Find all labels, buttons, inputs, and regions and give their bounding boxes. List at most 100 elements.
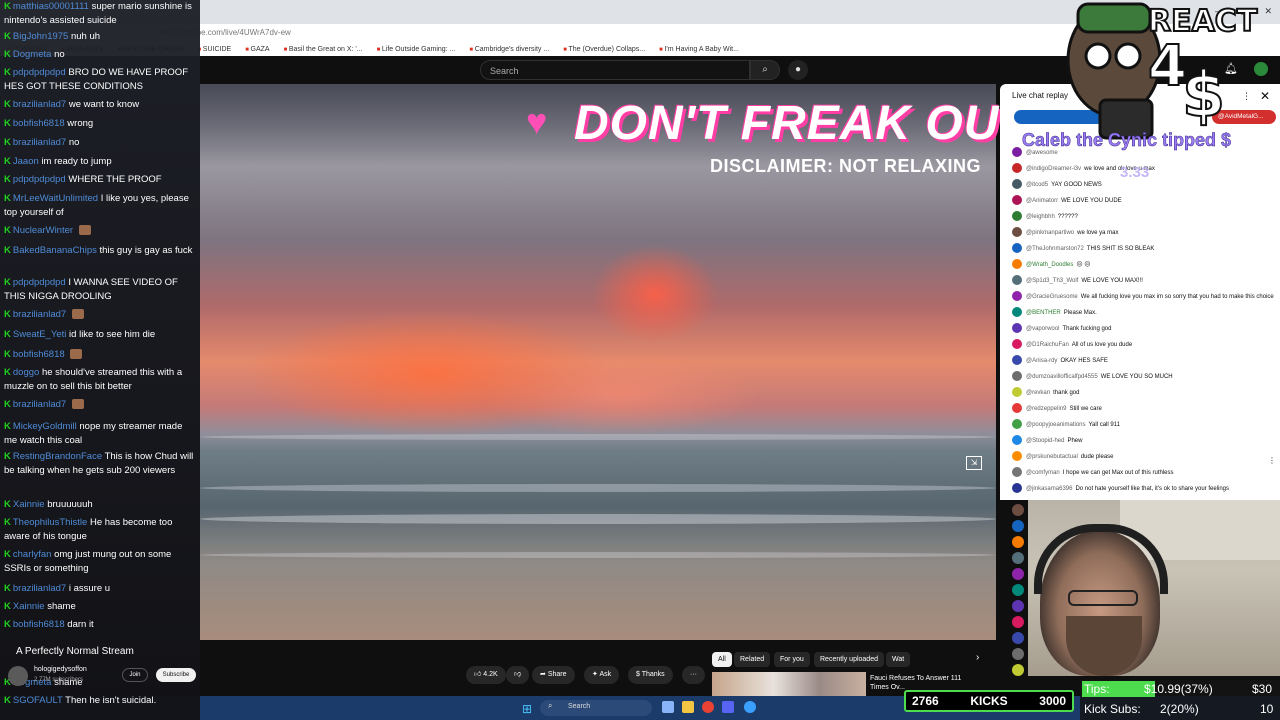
chat-username[interactable]: pdpdpdpdpd <box>13 174 66 185</box>
chat-avatar[interactable] <box>1012 323 1022 334</box>
chat-avatar[interactable] <box>1012 227 1022 238</box>
chat-avatar[interactable] <box>1012 275 1022 286</box>
chat-username[interactable]: @jinkasama6396 <box>1026 486 1072 492</box>
windows-start-icon[interactable]: ⊞ <box>522 702 532 716</box>
chat-username[interactable]: @redzeppelin9 <box>1026 406 1066 412</box>
chat-username[interactable]: @D1RaichuFan <box>1026 342 1069 348</box>
chat-username[interactable]: bobfish6818 <box>13 349 65 360</box>
chat-username[interactable]: @dumzoavillofficalfpd4555 <box>1026 374 1098 380</box>
chat-avatar[interactable] <box>1012 163 1022 174</box>
chat-avatar[interactable] <box>1012 467 1022 478</box>
chat-username[interactable]: @revkan <box>1026 390 1050 396</box>
chat-avatar[interactable] <box>1012 648 1024 660</box>
live-chat-header[interactable]: Live chat replay <box>1012 91 1068 100</box>
chat-username[interactable]: BigJohn1975 <box>13 31 68 42</box>
chip-all[interactable]: All <box>712 652 732 667</box>
chat-username[interactable]: bobfish6818 <box>13 619 65 630</box>
chat-avatar[interactable] <box>1012 307 1022 318</box>
channel-name[interactable]: hologigedysoffon <box>34 666 87 673</box>
chat-avatar[interactable] <box>1012 291 1022 302</box>
chat-username[interactable]: Dogmeta <box>13 49 52 60</box>
chat-username[interactable]: Jaaon <box>13 156 39 167</box>
chat-username[interactable]: TheophilusThistle <box>13 517 87 528</box>
chat-username[interactable]: brazilianlad7 <box>13 399 66 410</box>
chat-username[interactable]: Xainnie <box>13 499 45 510</box>
chat-username[interactable]: SweatE_Yeti <box>13 329 67 340</box>
chat-avatar[interactable] <box>1012 211 1022 222</box>
close-window-icon[interactable]: ✕ <box>1264 6 1272 17</box>
chat-avatar[interactable] <box>1012 403 1022 414</box>
chip-for-you[interactable]: For you <box>774 652 810 667</box>
close-icon[interactable]: ✕ <box>1260 89 1270 103</box>
chat-avatar[interactable] <box>1012 259 1022 270</box>
chevron-right-icon[interactable]: › <box>976 652 979 663</box>
search-input[interactable]: Search <box>480 60 750 80</box>
bookmark-item[interactable]: Cambridge's diversity ... <box>469 46 549 53</box>
subscribe-button[interactable]: Subscribe <box>156 668 196 682</box>
chat-avatar[interactable] <box>1012 195 1022 206</box>
miniplayer-icon[interactable]: ⇲ <box>966 456 982 470</box>
chat-avatar[interactable] <box>1012 387 1022 398</box>
chat-username[interactable]: doggo <box>13 367 39 378</box>
like-button[interactable]: 👍︎ 4.2K <box>466 666 506 684</box>
chat-avatar[interactable] <box>1012 339 1022 350</box>
chat-username[interactable]: @comfyman <box>1026 470 1060 476</box>
chrome-icon[interactable] <box>702 701 714 713</box>
chip-wat[interactable]: Wat <box>886 652 911 667</box>
chat-avatar[interactable] <box>1012 179 1022 190</box>
chat-avatar[interactable] <box>1012 632 1024 644</box>
bookmark-item[interactable]: GAZA <box>245 46 270 53</box>
chat-avatar[interactable] <box>1012 664 1024 676</box>
chat-username[interactable]: brazilianlad7 <box>13 137 66 148</box>
chat-username[interactable]: pdpdpdpdpd <box>13 67 66 78</box>
chat-avatar[interactable] <box>1012 552 1024 564</box>
chat-username[interactable]: pdpdpdpdpd <box>13 277 66 288</box>
chat-username[interactable]: @Anisa-rdy <box>1026 358 1057 364</box>
chat-avatar[interactable] <box>1012 371 1022 382</box>
share-button[interactable]: ➦ Share <box>532 666 575 684</box>
chat-username[interactable]: @BENTHER <box>1026 310 1061 316</box>
chip-related[interactable]: Related <box>734 652 771 667</box>
chat-username[interactable]: @indigoDreamer-i3v <box>1026 166 1081 172</box>
dislike-button[interactable]: 👎︎ <box>506 666 530 684</box>
bookmark-item[interactable]: The (Overdue) Collaps... <box>563 46 646 53</box>
chat-username[interactable]: MickeyGoldmill <box>13 421 77 432</box>
chat-username[interactable]: bobfish6818 <box>13 118 65 129</box>
chat-username[interactable]: matthias00001111 <box>13 1 89 12</box>
chat-username[interactable]: @TheJohnmarston72 <box>1026 246 1084 252</box>
chat-avatar[interactable] <box>1012 243 1022 254</box>
ask-button[interactable]: ✦ Ask <box>584 666 620 684</box>
chat-username[interactable]: MrLeeWaitUnlimited <box>13 193 98 204</box>
task-view-icon[interactable] <box>662 701 674 713</box>
chat-username[interactable]: @vaporwool <box>1026 326 1059 332</box>
chat-username[interactable]: brazilianlad7 <box>13 99 66 110</box>
chat-username[interactable]: Xainnie <box>13 601 45 612</box>
chat-username[interactable]: @pinkmanpartiwo <box>1026 230 1074 236</box>
chat-username[interactable]: @Sp1d3_Th3_Wolf <box>1026 278 1078 284</box>
chat-avatar[interactable] <box>1012 584 1024 596</box>
chat-username[interactable]: BakedBananaChips <box>13 245 97 256</box>
chat-avatar[interactable] <box>1012 451 1022 462</box>
chat-username[interactable]: @Stoopid-hed <box>1026 438 1064 444</box>
chat-username[interactable]: @poopyjoeanimations <box>1026 422 1085 428</box>
bookmark-item[interactable]: Life Outside Gaming: ... <box>377 46 456 53</box>
chat-username[interactable]: SGOFAULT <box>13 695 63 706</box>
recommended-thumbnail[interactable] <box>712 672 866 698</box>
chat-avatar[interactable] <box>1012 616 1024 628</box>
chat-username[interactable]: @GracieGruesome <box>1026 294 1078 300</box>
edge-icon[interactable] <box>744 701 756 713</box>
chat-avatar[interactable] <box>1012 520 1024 532</box>
chat-avatar[interactable] <box>1012 435 1022 446</box>
bookmark-item[interactable]: I'm Having A Baby Wit... <box>659 46 738 53</box>
chat-username[interactable]: brazilianlad7 <box>13 583 66 594</box>
message-menu-icon[interactable]: ⋮ <box>1268 456 1276 465</box>
chat-username[interactable]: charlyfan <box>13 549 52 560</box>
bookmark-item[interactable]: SUICIDE <box>198 46 231 53</box>
join-button[interactable]: Join <box>122 668 148 682</box>
channel-avatar[interactable] <box>8 666 28 686</box>
thanks-button[interactable]: $ Thanks <box>628 666 673 684</box>
chat-avatar[interactable] <box>1012 355 1022 366</box>
chat-username[interactable]: @prskunebutactual <box>1026 454 1078 460</box>
chat-avatar[interactable] <box>1012 419 1022 430</box>
chat-avatar[interactable] <box>1012 568 1024 580</box>
